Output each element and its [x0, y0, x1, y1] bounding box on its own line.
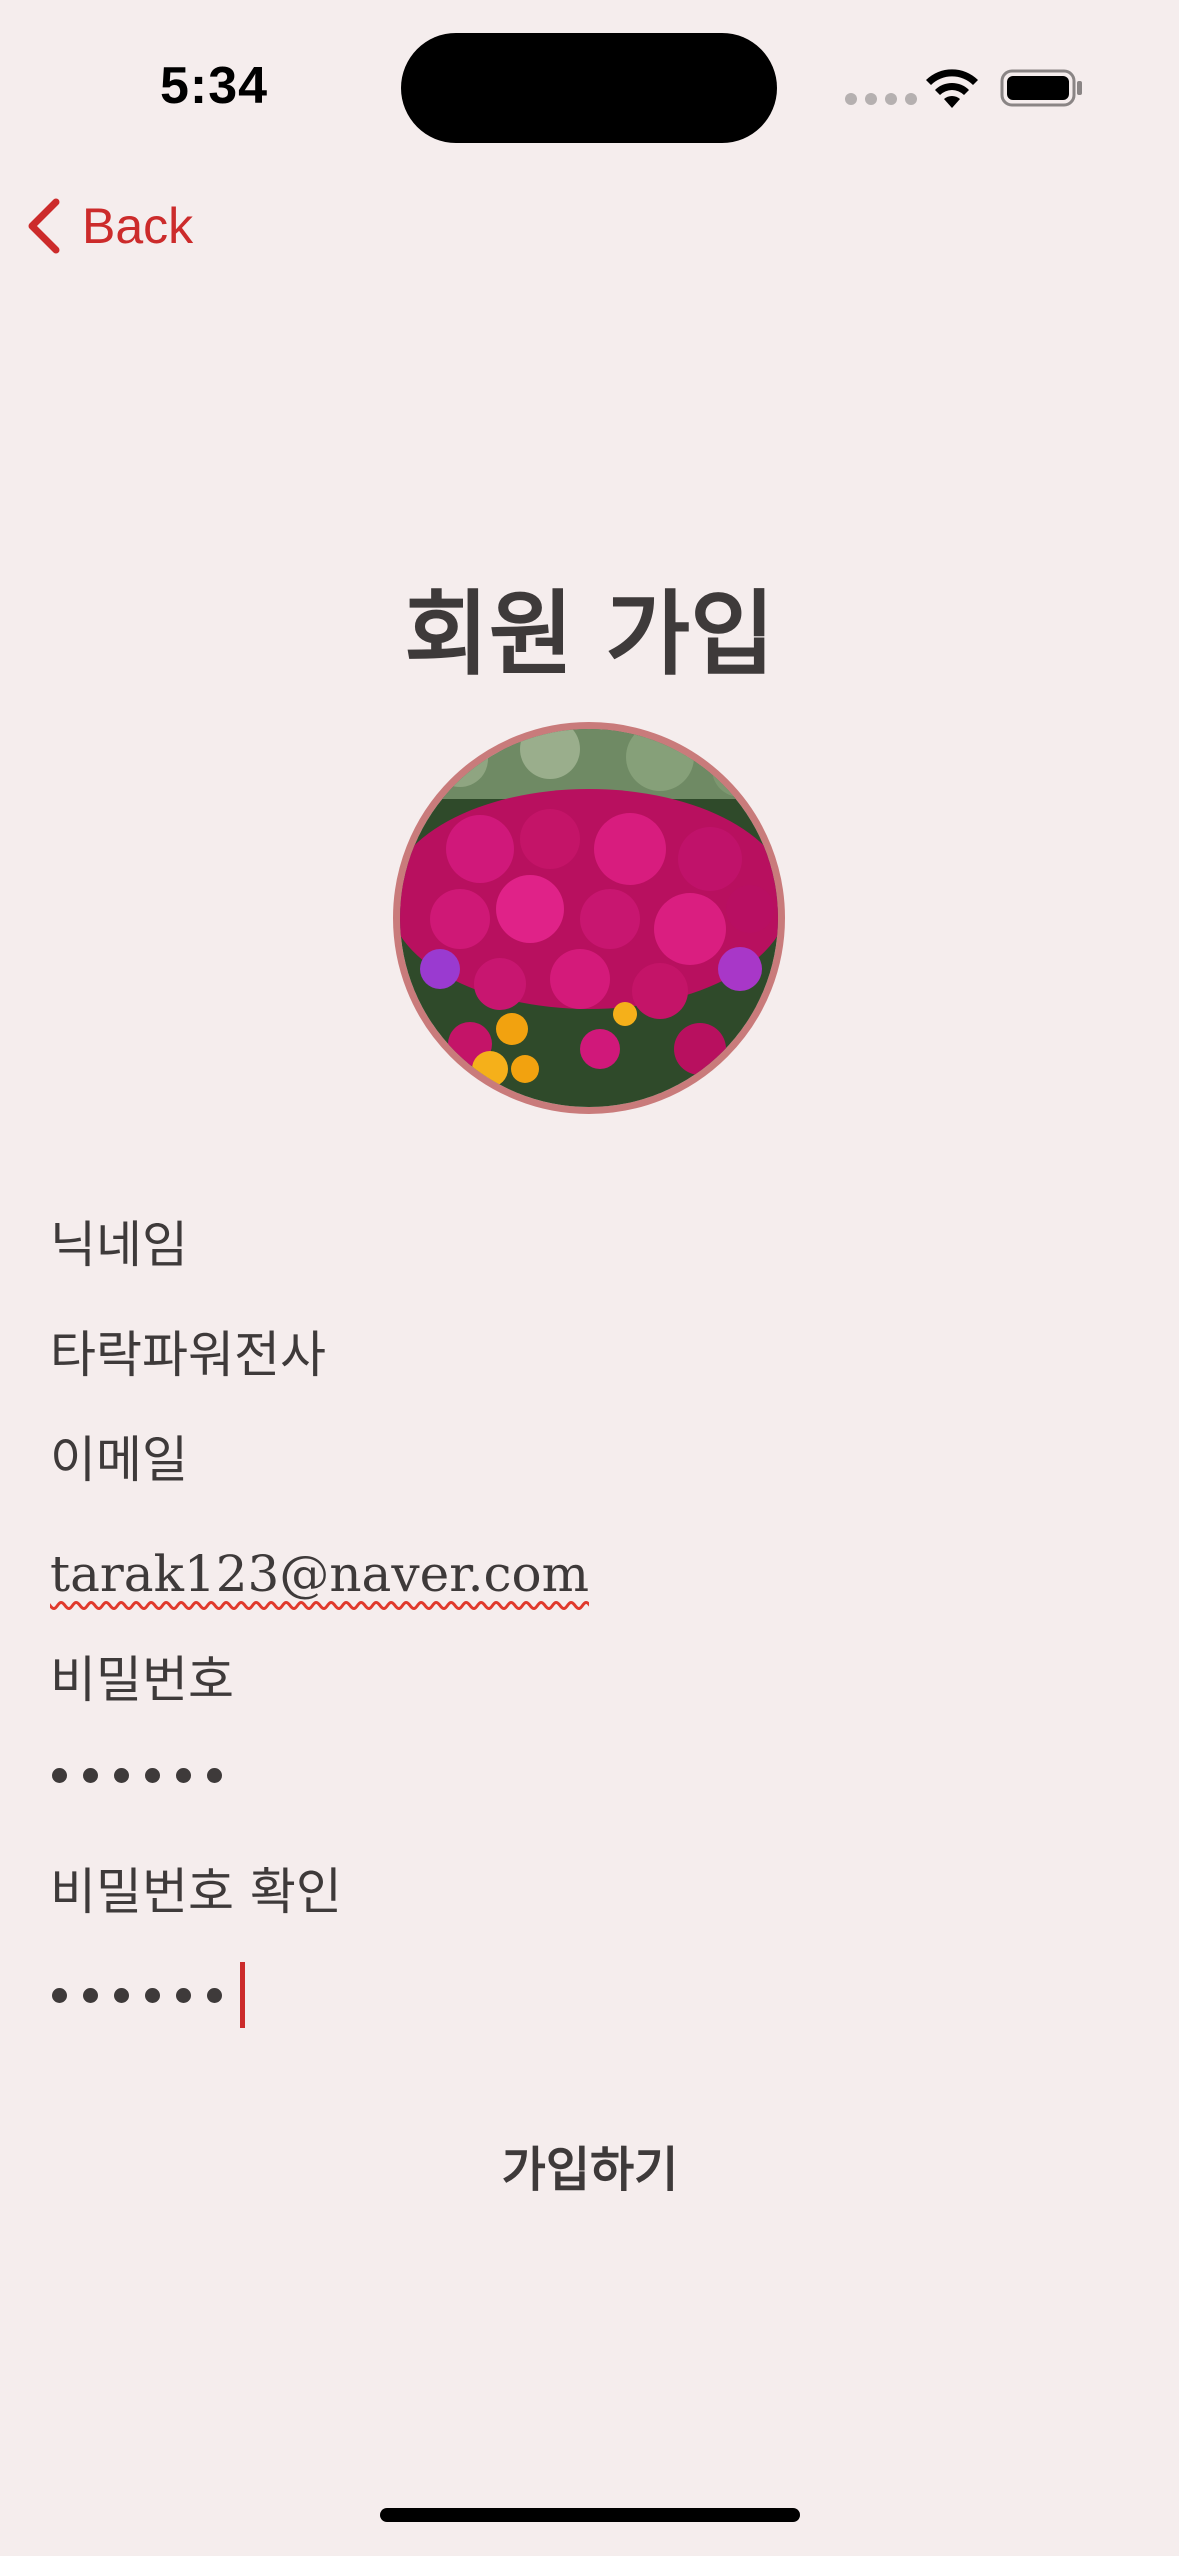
- status-time: 5:34: [160, 57, 269, 115]
- signup-submit-button[interactable]: 가입하기: [340, 2120, 840, 2210]
- home-indicator[interactable]: [380, 2508, 800, 2522]
- battery-icon: [1000, 69, 1082, 107]
- password-label: 비밀번호: [50, 1651, 234, 1709]
- back-label: Back: [82, 198, 194, 254]
- nickname-label: 닉네임: [50, 1216, 188, 1274]
- chevron-left-icon: [28, 198, 60, 254]
- email-label: 이메일: [50, 1431, 188, 1489]
- status-bar: 5:34: [0, 0, 1179, 170]
- page-title: 회원 가입: [404, 580, 775, 688]
- password-confirm-label: 비밀번호 확인: [50, 1863, 342, 1921]
- back-button[interactable]: Back: [24, 190, 193, 262]
- password-confirm-field[interactable]: [52, 1962, 245, 2028]
- avatar[interactable]: [393, 722, 785, 1114]
- flower-photo: [400, 729, 778, 1107]
- signal-icon: [845, 93, 917, 105]
- email-field[interactable]: tarak123@naver.com: [50, 1545, 1110, 1603]
- password-field[interactable]: [52, 1768, 222, 1783]
- wifi-icon: [926, 69, 978, 108]
- nickname-field[interactable]: [50, 1322, 1110, 1380]
- dynamic-island: [401, 33, 777, 143]
- text-cursor: [240, 1962, 245, 2028]
